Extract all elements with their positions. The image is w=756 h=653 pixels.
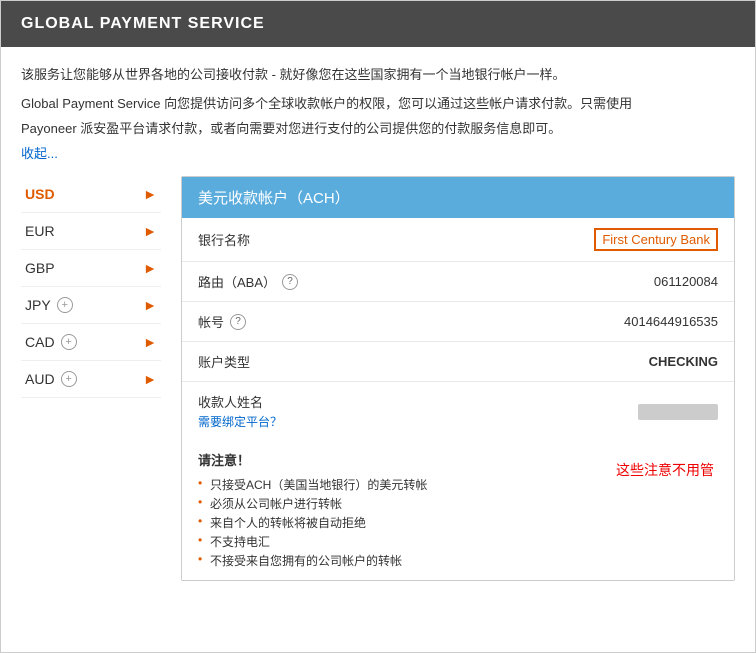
- routing-row: 路由（ABA） ? 061120084: [182, 262, 734, 302]
- intro-line1: 该服务让您能够从世界各地的公司接收付款 - 就好像您在这些国家拥有一个当地银行帐…: [21, 65, 735, 86]
- routing-help-icon[interactable]: ?: [282, 274, 298, 290]
- account-label-text: 帐号: [198, 312, 224, 331]
- red-annotation: 这些注意不用管: [616, 460, 714, 480]
- sidebar-item-jpy[interactable]: JPY + ►: [21, 287, 161, 324]
- sidebar-label-usd: USD: [25, 186, 55, 202]
- sidebar: USD ► EUR ► GBP ► JPY + ►: [21, 176, 161, 581]
- main-panel: 美元收款帐户（ACH） 银行名称 First Century Bank: [181, 176, 735, 581]
- notes-section: 请注意！ 只接受ACH（美国当地银行）的美元转帐 必须从公司帐户进行转帐 来自个…: [182, 440, 734, 580]
- intro-line2: Global Payment Service 向您提供访问多个全球收款帐户的权限…: [21, 94, 735, 115]
- account-type-label: 账户类型: [182, 342, 458, 382]
- page-title: GLOBAL PAYMENT SERVICE: [21, 15, 265, 32]
- sidebar-label-cad: CAD +: [25, 334, 77, 350]
- recipient-label-text: 收款人姓名: [198, 392, 442, 411]
- bank-name-label: 银行名称: [182, 218, 458, 262]
- recipient-row: 收款人姓名 需要绑定平台？: [182, 382, 734, 441]
- routing-label-text: 路由（ABA）: [198, 272, 276, 291]
- account-number-row: 帐号 ? 4014644916535: [182, 302, 734, 342]
- account-help-icon[interactable]: ?: [230, 314, 246, 330]
- arrow-icon-jpy: ►: [143, 297, 157, 313]
- recipient-value-cell: [458, 382, 734, 441]
- arrow-icon-usd: ►: [143, 186, 157, 202]
- account-number-value: 4014644916535: [458, 302, 734, 342]
- account-card-header: 美元收款帐户（ACH）: [182, 177, 734, 218]
- plus-icon-aud: +: [61, 371, 77, 387]
- arrow-icon-eur: ►: [143, 223, 157, 239]
- note-item-1: 必须从公司帐户进行转帐: [198, 494, 718, 513]
- account-label-wrap: 帐号 ?: [198, 312, 442, 331]
- intro-line3: Payoneer 派安盈平台请求付款，或者向需要对您进行支付的公司提供您的付款服…: [21, 119, 735, 140]
- sidebar-label-jpy: JPY +: [25, 297, 73, 313]
- routing-label-wrap: 路由（ABA） ?: [198, 272, 442, 291]
- note-item-3: 不支持电汇: [198, 532, 718, 551]
- routing-value: 061120084: [458, 262, 734, 302]
- plus-icon-jpy: +: [57, 297, 73, 313]
- bank-name-row: 银行名称 First Century Bank: [182, 218, 734, 262]
- page-header: GLOBAL PAYMENT SERVICE: [1, 1, 755, 47]
- sidebar-label-eur: EUR: [25, 223, 55, 239]
- recipient-label-cell: 收款人姓名 需要绑定平台？: [182, 382, 458, 441]
- recipient-value-placeholder: [638, 404, 718, 420]
- sidebar-item-usd[interactable]: USD ►: [21, 176, 161, 213]
- sidebar-item-cad[interactable]: CAD + ►: [21, 324, 161, 361]
- account-type-value: CHECKING: [458, 342, 734, 382]
- account-table: 银行名称 First Century Bank 路由（ABA）: [182, 218, 734, 440]
- bank-name-value-cell: First Century Bank: [458, 218, 734, 262]
- sidebar-item-gbp[interactable]: GBP ►: [21, 250, 161, 287]
- arrow-icon-gbp: ►: [143, 260, 157, 276]
- sidebar-label-gbp: GBP: [25, 260, 55, 276]
- arrow-icon-aud: ►: [143, 371, 157, 387]
- page-wrapper: GLOBAL PAYMENT SERVICE 该服务让您能够从世界各地的公司接收…: [0, 0, 756, 653]
- main-area: USD ► EUR ► GBP ► JPY + ►: [21, 176, 735, 581]
- plus-icon-cad: +: [61, 334, 77, 350]
- sidebar-item-eur[interactable]: EUR ►: [21, 213, 161, 250]
- note-item-4: 不接受来自您拥有的公司帐户的转帐: [198, 551, 718, 570]
- collapse-link[interactable]: 收起...: [21, 143, 58, 162]
- note-item-2: 来自个人的转帐将被自动拒绝: [198, 513, 718, 532]
- arrow-icon-cad: ►: [143, 334, 157, 350]
- routing-label-cell: 路由（ABA） ?: [182, 262, 458, 302]
- bank-name-value: First Century Bank: [594, 228, 718, 251]
- sidebar-item-aud[interactable]: AUD + ►: [21, 361, 161, 398]
- account-card: 美元收款帐户（ACH） 银行名称 First Century Bank: [181, 176, 735, 581]
- account-type-row: 账户类型 CHECKING: [182, 342, 734, 382]
- notes-list: 只接受ACH（美国当地银行）的美元转帐 必须从公司帐户进行转帐 来自个人的转帐将…: [198, 475, 718, 570]
- account-number-label-cell: 帐号 ?: [182, 302, 458, 342]
- page-content: 该服务让您能够从世界各地的公司接收付款 - 就好像您在这些国家拥有一个当地银行帐…: [1, 47, 755, 599]
- bind-platform-link[interactable]: 需要绑定平台？: [198, 415, 282, 429]
- sidebar-label-aud: AUD +: [25, 371, 77, 387]
